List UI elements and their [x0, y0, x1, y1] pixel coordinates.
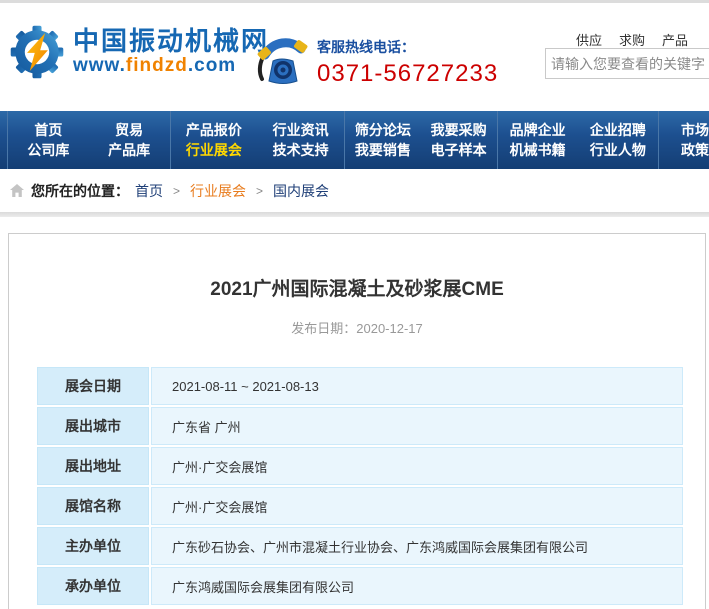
expo-info-table: 展会日期 2021-08-11 ~ 2021-08-13 展出城市 广东省 广州…: [37, 367, 683, 605]
row-value-expo-date: 2021-08-11 ~ 2021-08-13: [151, 367, 683, 405]
url-domain: findzd: [126, 55, 188, 76]
telephone-icon: [253, 35, 309, 87]
hotline-label: 客服热线电话：: [317, 37, 498, 57]
nav-item-product-quotes[interactable]: 产品报价: [186, 123, 242, 137]
nav-col: 企业招聘 行业人物: [578, 111, 658, 169]
nav-col: 产品报价 行业展会: [171, 111, 258, 169]
nav-item-home[interactable]: 首页: [34, 123, 62, 137]
table-row: 展出地址 广州·广交会展馆: [37, 447, 683, 485]
nav-col: 行业资讯 技术支持: [257, 111, 344, 169]
quick-links: 供应 求购 产品: [576, 30, 705, 49]
nav-item-industry-people[interactable]: 行业人物: [590, 143, 646, 157]
table-row: 展馆名称 广州·广交会展馆: [37, 487, 683, 525]
logo-text: 中国振动机械网 www.findzd.com: [73, 27, 269, 78]
link-demand[interactable]: 求购: [619, 30, 645, 49]
row-value-city: 广东省 广州: [151, 407, 683, 445]
search-input[interactable]: [545, 48, 709, 79]
nav-item-product-db[interactable]: 产品库: [108, 143, 150, 157]
nav-item-jobs[interactable]: 企业招聘: [590, 123, 646, 137]
breadcrumb-domestic-expo[interactable]: 国内展会: [273, 181, 329, 201]
hotline-text: 客服热线电话： 0371-56727233: [317, 31, 498, 88]
nav-group-2: 产品报价 行业展会 行业资讯 技术支持: [170, 111, 344, 169]
nav-group-4: 品牌企业 机械书籍 企业招聘 行业人物: [497, 111, 659, 169]
nav-col: 市场 政策: [681, 111, 709, 169]
row-value-undertaker: 广东鸿威国际会展集团有限公司: [151, 567, 683, 605]
nav-item-i-want-buy[interactable]: 我要采购: [431, 123, 487, 137]
breadcrumb-separator: >: [173, 184, 180, 198]
home-icon: [10, 184, 24, 197]
nav-col: 品牌企业 机械书籍: [498, 111, 578, 169]
hotline-number: 0371-56727233: [317, 60, 498, 88]
nav-item-trade[interactable]: 贸易: [115, 123, 143, 137]
nav-col: 首页 公司库: [8, 111, 89, 169]
row-value-venue: 广州·广交会展馆: [151, 487, 683, 525]
divider-band: [0, 212, 709, 217]
nav-group-5: 市场 政策: [658, 111, 709, 169]
nav-item-tech-support[interactable]: 技术支持: [273, 143, 329, 157]
link-supply[interactable]: 供应: [576, 30, 602, 49]
breadcrumb-label: 您所在的位置：: [31, 181, 129, 201]
nav-col: 筛分论坛 我要销售: [345, 111, 421, 169]
row-label-city: 展出城市: [37, 407, 149, 445]
row-value-address: 广州·广交会展馆: [151, 447, 683, 485]
row-label-address: 展出地址: [37, 447, 149, 485]
nav-item-e-samples[interactable]: 电子样本: [431, 143, 487, 157]
page-title: 2021广州国际混凝土及砂浆展CME: [9, 274, 705, 301]
link-products[interactable]: 产品: [662, 30, 688, 49]
nav-group-1: 首页 公司库 贸易 产品库: [7, 111, 170, 169]
site-url: www.findzd.com: [73, 55, 269, 77]
site-name: 中国振动机械网: [73, 27, 269, 56]
url-tld: .com: [188, 55, 236, 76]
breadcrumb: 您所在的位置： 首页 > 行业展会 > 国内展会: [0, 169, 709, 212]
nav-item-i-want-sell[interactable]: 我要销售: [355, 143, 411, 157]
article-container: 2021广州国际混凝土及砂浆展CME 发布日期：2020-12-17 展会日期 …: [8, 233, 706, 609]
row-label-organizer: 主办单位: [37, 527, 149, 565]
gear-lightning-icon: [8, 23, 66, 81]
nav-col: 我要采购 电子样本: [421, 111, 497, 169]
breadcrumb-industry-expo[interactable]: 行业展会: [190, 181, 246, 201]
table-row: 主办单位 广东砂石协会、广州市混凝土行业协会、广东鸿威国际会展集团有限公司: [37, 527, 683, 565]
breadcrumb-separator: >: [256, 184, 263, 198]
nav-item-policy[interactable]: 政策: [681, 143, 709, 157]
row-label-expo-date: 展会日期: [37, 367, 149, 405]
nav-item-market[interactable]: 市场: [681, 123, 709, 137]
nav-col: 贸易 产品库: [89, 111, 170, 169]
row-label-venue: 展馆名称: [37, 487, 149, 525]
url-www: www.: [73, 55, 126, 76]
table-row: 展会日期 2021-08-11 ~ 2021-08-13: [37, 367, 683, 405]
nav-item-screening-forum[interactable]: 筛分论坛: [355, 123, 411, 137]
nav-item-machinery-books[interactable]: 机械书籍: [510, 143, 566, 157]
nav-item-industry-news[interactable]: 行业资讯: [273, 123, 329, 137]
publish-date: 发布日期：2020-12-17: [9, 318, 705, 337]
row-label-undertaker: 承办单位: [37, 567, 149, 605]
nav-item-brand-companies[interactable]: 品牌企业: [510, 123, 566, 137]
table-row: 承办单位 广东鸿威国际会展集团有限公司: [37, 567, 683, 605]
breadcrumb-home[interactable]: 首页: [135, 181, 163, 201]
nav-item-company-db[interactable]: 公司库: [27, 143, 69, 157]
nav-item-industry-expo-active[interactable]: 行业展会: [186, 143, 242, 157]
main-nav: 首页 公司库 贸易 产品库 产品报价 行业展会 行业资讯 技术支持 筛分论坛 我…: [0, 111, 709, 169]
row-value-organizer: 广东砂石协会、广州市混凝土行业协会、广东鸿威国际会展集团有限公司: [151, 527, 683, 565]
hotline-block: 客服热线电话： 0371-56727233: [253, 31, 498, 88]
site-header: 中国振动机械网 www.findzd.com 客服热线电话： 0371-5672…: [0, 3, 709, 111]
table-row: 展出城市 广东省 广州: [37, 407, 683, 445]
nav-group-3: 筛分论坛 我要销售 我要采购 电子样本: [344, 111, 497, 169]
site-logo[interactable]: 中国振动机械网 www.findzd.com: [8, 23, 269, 81]
